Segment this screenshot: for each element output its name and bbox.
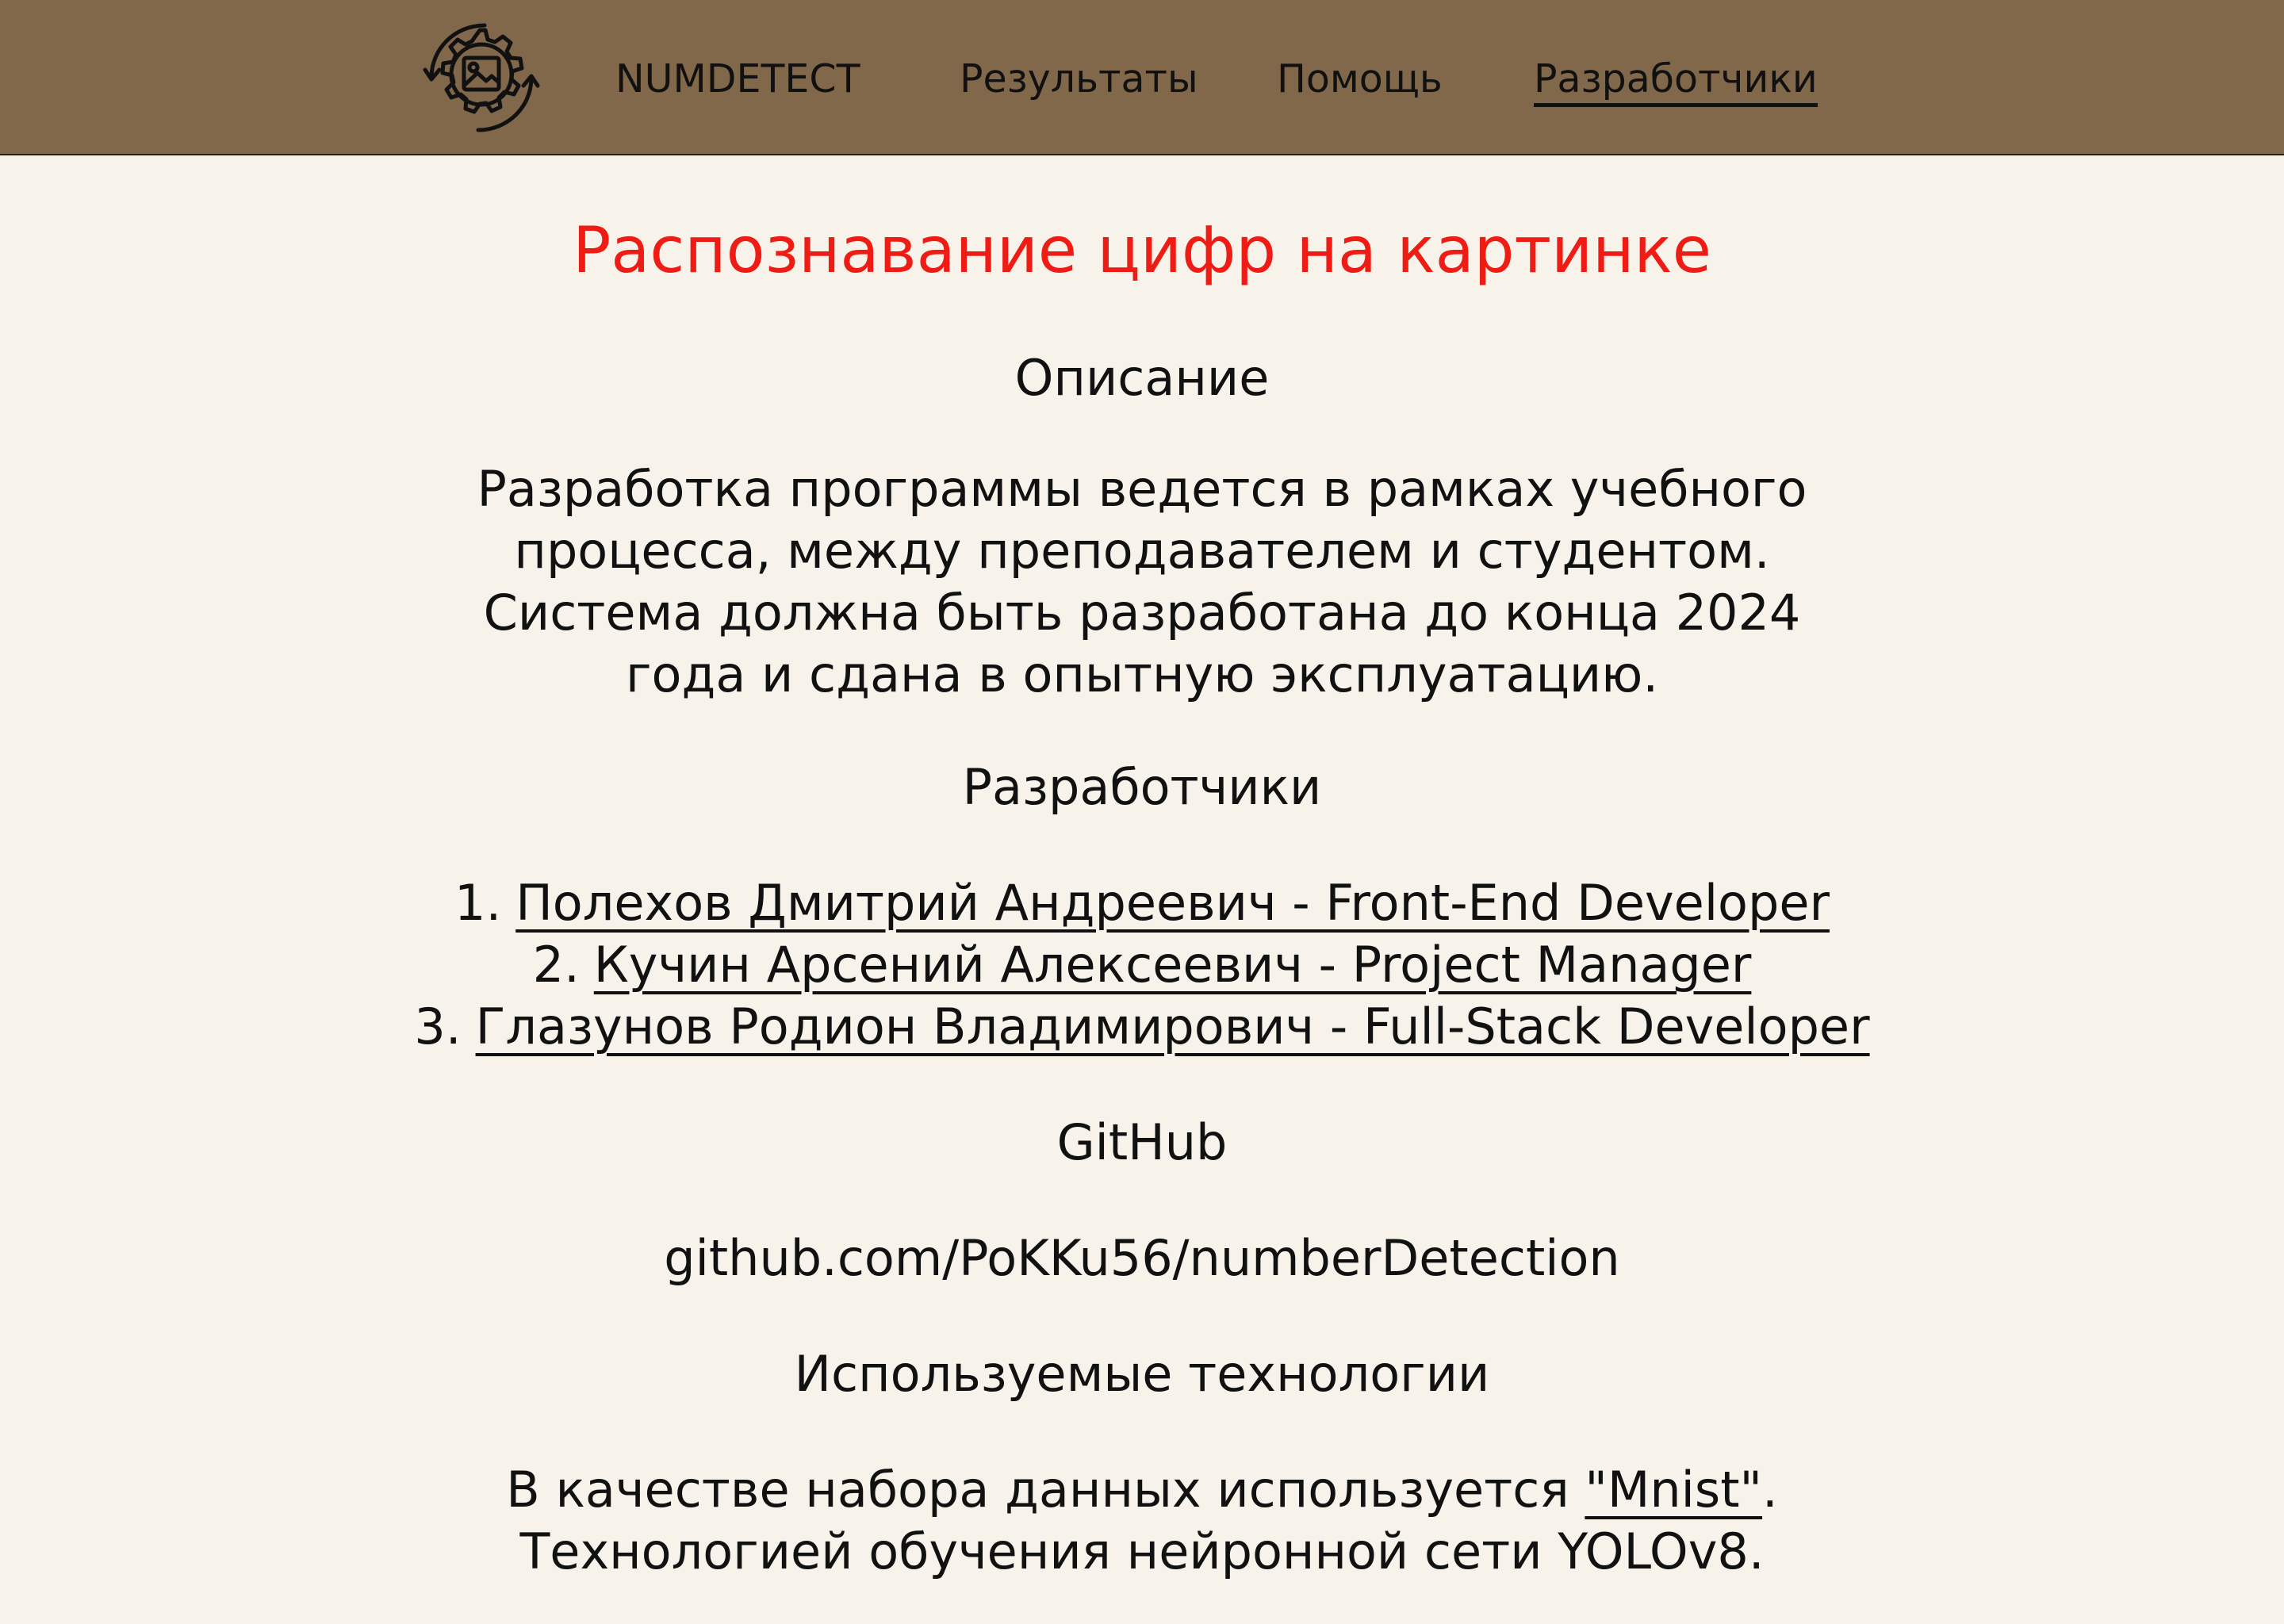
list-item-number: 2. xyxy=(532,936,580,994)
description-line: Система должна быть разработана до конца… xyxy=(483,584,1801,642)
dataset-link[interactable]: "Mnist" xyxy=(1585,1461,1762,1519)
main-content: Распознавание цифр на картинке Описание … xyxy=(0,155,2284,1583)
technologies-line-suffix: . xyxy=(1762,1461,1778,1519)
technologies-line: Технологией обучения нейронной сети YOLO… xyxy=(519,1522,1765,1580)
description-heading: Описание xyxy=(1014,349,1270,407)
developer-link[interactable]: Полехов Дмитрий Андреевич - Front-End De… xyxy=(515,874,1830,932)
developer-link[interactable]: Кучин Арсений Алексеевич - Project Manag… xyxy=(594,936,1752,994)
developers-list: 1. Полехов Дмитрий Андреевич - Front-End … xyxy=(0,872,2284,1058)
nav-developers-link[interactable]: Разработчики xyxy=(1534,49,1818,107)
gear-image-icon[interactable] xyxy=(408,13,552,143)
list-item-number: 1. xyxy=(454,874,502,932)
list-item: 1. Полехов Дмитрий Андреевич - Front-End … xyxy=(0,872,2284,934)
technologies-heading: Используемые технологии xyxy=(794,1345,1490,1403)
description-line: процесса, между преподавателем и студент… xyxy=(514,522,1770,580)
developer-link[interactable]: Глазунов Родион Владимирович - Full-Stac… xyxy=(476,998,1870,1055)
nav-brand-link[interactable]: NUMDETECT xyxy=(615,49,860,109)
github-heading: GitHub xyxy=(1056,1113,1228,1171)
technologies-line-prefix: В качестве набора данных используется xyxy=(506,1461,1585,1519)
nav-results-link[interactable]: Результаты xyxy=(960,49,1198,109)
list-item: 3. Глазунов Родион Владимирович - Full-St… xyxy=(0,996,2284,1058)
list-item: 2. Кучин Арсений Алексеевич - Project Man… xyxy=(0,934,2284,996)
developers-heading: Разработчики xyxy=(962,758,1322,816)
description-line: Разработка программы ведется в рамках уч… xyxy=(477,460,1807,518)
list-item-number: 3. xyxy=(414,998,462,1055)
description-text: Разработка программы ведется в рамках уч… xyxy=(0,458,2284,706)
nav-help-link[interactable]: Помощь xyxy=(1277,49,1443,109)
page-title: Распознавание цифр на картинке xyxy=(573,213,1711,287)
technologies-text: В качестве набора данных используется "M… xyxy=(0,1459,2284,1583)
technologies-line: В качестве набора данных используется "M… xyxy=(0,1459,2284,1521)
top-navigation-bar: NUMDETECT Результаты Помощь Разработчики xyxy=(0,0,2284,155)
description-line: года и сдана в опытную эксплуатацию. xyxy=(625,645,1659,703)
github-repo-link[interactable]: github.com/PoKKu56/numberDetection xyxy=(0,1228,2284,1289)
